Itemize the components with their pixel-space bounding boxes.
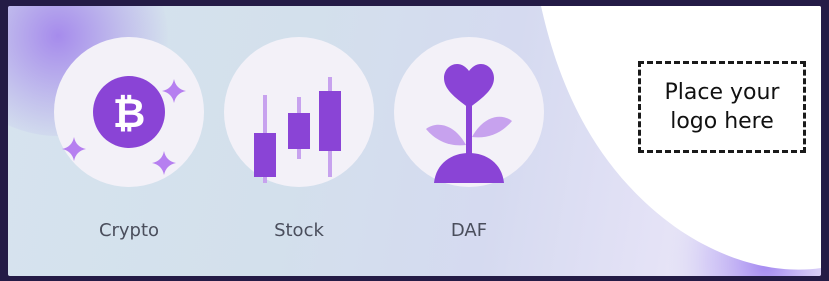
donation-methods-banner: ₿ Crypto Stock DAF Place your logo here bbox=[8, 6, 821, 276]
logo-placeholder-line2: logo here bbox=[670, 109, 774, 134]
crypto-option[interactable]: ₿ Crypto bbox=[54, 37, 204, 267]
candlestick-chart-icon bbox=[254, 77, 341, 183]
daf-label: DAF bbox=[450, 220, 488, 241]
daf-option[interactable]: DAF bbox=[394, 37, 544, 267]
stock-label: Stock bbox=[274, 220, 324, 241]
banner-frame: ₿ Crypto Stock DAF Place your logo here bbox=[0, 0, 829, 281]
logo-placeholder[interactable]: Place your logo here bbox=[638, 61, 806, 153]
heart-plant-icon bbox=[426, 64, 512, 183]
svg-text:₿: ₿ bbox=[113, 91, 146, 137]
bitcoin-icon: ₿ bbox=[62, 76, 186, 175]
stock-option[interactable]: Stock bbox=[224, 37, 374, 267]
logo-placeholder-line1: Place your bbox=[664, 80, 780, 105]
crypto-label: Crypto bbox=[98, 220, 160, 241]
